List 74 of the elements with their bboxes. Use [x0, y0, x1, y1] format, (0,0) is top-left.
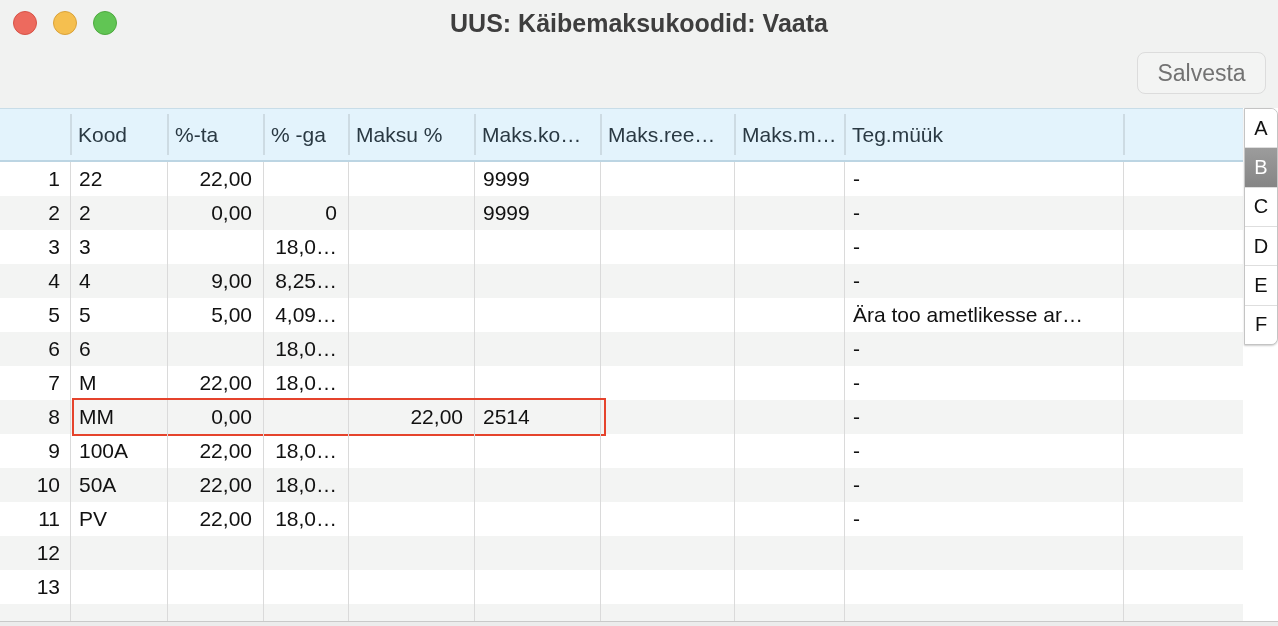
column-header[interactable]: Teg.müük	[844, 109, 1123, 160]
row-number: 2	[47, 200, 61, 226]
table-cell: 22	[70, 162, 167, 196]
table-cell: 2514	[474, 400, 600, 434]
table-cell: 3	[70, 230, 167, 264]
table-cell: 5,00	[167, 298, 263, 332]
row-number: 13	[35, 574, 61, 600]
table-cell: 8,25…	[263, 264, 348, 298]
row-number: 7	[47, 370, 61, 396]
table-cell: Ära too ametlikesse ar…	[844, 298, 1123, 332]
table-cell: -	[844, 332, 1123, 366]
row-number: 6	[47, 336, 61, 362]
table-cell: 22,00	[167, 366, 263, 400]
row-number: 3	[47, 234, 61, 260]
row-number: 5	[47, 302, 61, 328]
table-cell: 9999	[474, 162, 600, 196]
row-number: 12	[35, 540, 61, 566]
index-letter[interactable]: F	[1245, 304, 1277, 344]
index-letter[interactable]: A	[1245, 109, 1277, 148]
table-cell: -	[844, 502, 1123, 536]
table-cell: -	[844, 162, 1123, 196]
table-cell: -	[844, 468, 1123, 502]
table-cell: 9999	[474, 196, 600, 230]
table-cell: 22,00	[167, 468, 263, 502]
table-cell: 9,00	[167, 264, 263, 298]
close-icon[interactable]	[13, 11, 37, 35]
column-header[interactable]: Kood	[70, 109, 167, 160]
table-cell: 6	[70, 332, 167, 366]
window-title: UUS: Käibemaksukoodid: Vaata	[450, 8, 828, 38]
table-cell: 2	[70, 196, 167, 230]
table-cell: -	[844, 196, 1123, 230]
index-letter[interactable]: E	[1245, 265, 1277, 305]
table-cell: -	[844, 264, 1123, 298]
column-header[interactable]: Maksu %	[348, 109, 474, 160]
table-cell: 100A	[70, 434, 167, 468]
table-cell: 0,00	[167, 400, 263, 434]
column-header[interactable]: Maks.m…	[734, 109, 844, 160]
table-cell: 18,0…	[263, 468, 348, 502]
column-header[interactable]: Maks.ko…	[474, 109, 600, 160]
table-cell: 4	[70, 264, 167, 298]
table-cell: -	[844, 230, 1123, 264]
table-cell: -	[844, 366, 1123, 400]
table-cell: 22,00	[167, 434, 263, 468]
table-cell: MM	[70, 400, 167, 434]
column-header[interactable]: %-ta	[167, 109, 263, 160]
table-cell: M	[70, 366, 167, 400]
index-letter[interactable]: C	[1245, 186, 1277, 226]
table-cell: 4,09…	[263, 298, 348, 332]
index-letter[interactable]: D	[1245, 226, 1277, 266]
row-number: 1	[47, 166, 61, 192]
table-cell: 0,00	[167, 196, 263, 230]
table-cell: 0	[263, 196, 348, 230]
row-number: 11	[37, 506, 61, 532]
row-number: 4	[47, 268, 61, 294]
column-header[interactable]: % -ga	[263, 109, 348, 160]
row-number: 9	[47, 438, 61, 464]
table-cell: 22,00	[348, 400, 474, 434]
row-number: 8	[47, 404, 61, 430]
minimize-icon[interactable]	[53, 11, 77, 35]
table-cell: 18,0…	[263, 502, 348, 536]
table-cell: 18,0…	[263, 366, 348, 400]
table-cell: -	[844, 400, 1123, 434]
column-header[interactable]: Maks.ree…	[600, 109, 734, 160]
table-cell: 50A	[70, 468, 167, 502]
table-cell: -	[844, 434, 1123, 468]
table-cell: 18,0…	[263, 332, 348, 366]
table-cell: 5	[70, 298, 167, 332]
zoom-icon[interactable]	[93, 11, 117, 35]
table-cell: PV	[70, 502, 167, 536]
table-cell: 18,0…	[263, 230, 348, 264]
table-cell: 22,00	[167, 162, 263, 196]
table-cell: 22,00	[167, 502, 263, 536]
row-number: 10	[35, 472, 61, 498]
table-cell: 18,0…	[263, 434, 348, 468]
